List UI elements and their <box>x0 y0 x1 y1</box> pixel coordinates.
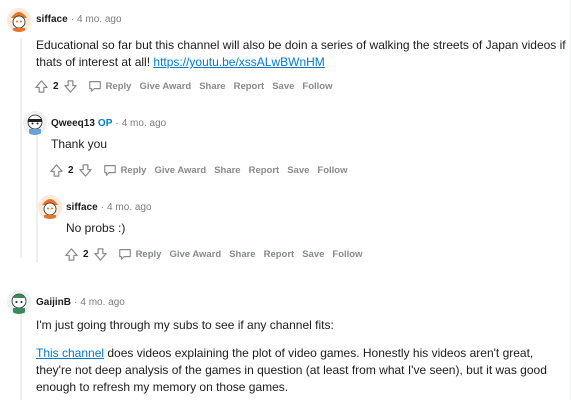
separator-dot: · <box>74 297 78 308</box>
snoo-avatar-icon <box>7 8 31 32</box>
reply-label: Reply <box>135 248 162 260</box>
vote-score: 2 <box>53 80 59 92</box>
comment-text: Thank you <box>51 137 108 151</box>
downvote-arrow-icon[interactable] <box>63 79 78 94</box>
avatar[interactable] <box>7 290 31 314</box>
reply-button[interactable]: Reply <box>88 79 132 93</box>
comment-meta: sifface · 4 mo. ago <box>66 201 152 215</box>
follow-button[interactable]: Follow <box>302 81 332 92</box>
username[interactable]: sifface <box>66 202 98 213</box>
comment-paragraph: I'm just going through my subs to see if… <box>36 318 334 332</box>
upvote-arrow-icon[interactable] <box>34 79 49 94</box>
save-button[interactable]: Save <box>302 249 324 260</box>
comment-actions: 2 Reply Give Award Share Report Save Fol… <box>64 246 362 262</box>
upvote-arrow-icon[interactable] <box>49 163 64 178</box>
timestamp[interactable]: 4 mo. ago <box>80 297 124 308</box>
save-button[interactable]: Save <box>287 165 309 176</box>
downvote-arrow-icon[interactable] <box>93 247 108 262</box>
follow-button[interactable]: Follow <box>317 165 347 176</box>
vote-score: 2 <box>68 164 74 176</box>
reply-label: Reply <box>120 164 147 176</box>
op-badge: OP <box>97 118 113 129</box>
avatar[interactable] <box>23 111 47 135</box>
follow-button[interactable]: Follow <box>332 249 362 260</box>
snoo-avatar-icon <box>23 111 47 135</box>
downvote-arrow-icon[interactable] <box>78 163 93 178</box>
reply-label: Reply <box>105 80 132 92</box>
avatar[interactable] <box>7 8 31 32</box>
share-button[interactable]: Share <box>214 165 240 176</box>
comment-meta: GaijinB · 4 mo. ago <box>36 296 125 310</box>
report-button[interactable]: Report <box>234 81 265 92</box>
channel-link[interactable]: This channel <box>36 346 104 360</box>
snoo-avatar-icon <box>38 195 62 219</box>
share-button[interactable]: Share <box>229 249 255 260</box>
timestamp[interactable]: 4 mo. ago <box>77 14 121 25</box>
thread-line[interactable] <box>20 38 22 258</box>
speech-bubble-icon <box>118 249 131 260</box>
avatar[interactable] <box>38 195 62 219</box>
give-award-button[interactable]: Give Award <box>139 81 191 92</box>
separator-dot: · <box>100 202 105 213</box>
reply-button[interactable]: Reply <box>103 163 147 177</box>
comment-text: No probs :) <box>66 221 126 235</box>
comment-actions: 2 Reply Give Award Share Report Save Fol… <box>34 78 332 94</box>
username[interactable]: sifface <box>36 14 68 25</box>
thread-line[interactable] <box>36 135 38 263</box>
upvote-arrow-icon[interactable] <box>64 247 79 262</box>
give-award-button[interactable]: Give Award <box>154 165 206 176</box>
separator-dot: · <box>70 14 75 25</box>
comment-meta: Qweeq13 OP · 4 mo. ago <box>51 117 166 131</box>
reply-button[interactable]: Reply <box>118 247 162 261</box>
thread-line[interactable] <box>20 313 22 400</box>
share-button[interactable]: Share <box>199 81 225 92</box>
comment-body: I'm just going through my subs to see if… <box>36 317 566 396</box>
comment-body: Thank you <box>51 136 107 153</box>
timestamp[interactable]: 4 mo. ago <box>107 202 151 213</box>
comment-meta: sifface · 4 mo. ago <box>36 13 122 27</box>
separator-dot: · <box>115 118 119 129</box>
report-button[interactable]: Report <box>249 165 280 176</box>
save-button[interactable]: Save <box>272 81 294 92</box>
vote-score: 2 <box>83 248 89 260</box>
timestamp[interactable]: 4 mo. ago <box>122 118 166 129</box>
username[interactable]: Qweeq13 <box>51 118 95 129</box>
give-award-button[interactable]: Give Award <box>169 249 221 260</box>
comment-thread: sifface · 4 mo. ago Educational so far but… <box>0 0 571 400</box>
username[interactable]: GaijinB <box>36 297 71 308</box>
comment-body: No probs :) <box>66 220 125 237</box>
snoo-avatar-icon <box>7 290 31 314</box>
speech-bubble-icon <box>88 81 101 92</box>
comment-body: Educational so far but this channel will… <box>36 37 566 71</box>
comment-paragraph: This channel does videos explaining the … <box>36 345 566 396</box>
video-link[interactable]: https://youtu.be/xssALwBWnHM <box>153 55 324 69</box>
report-button[interactable]: Report <box>264 249 295 260</box>
speech-bubble-icon <box>103 165 116 176</box>
comment-text: does videos explaining the plot of video… <box>36 346 547 394</box>
comment-actions: 2 Reply Give Award Share Report Save Fol… <box>49 162 347 178</box>
